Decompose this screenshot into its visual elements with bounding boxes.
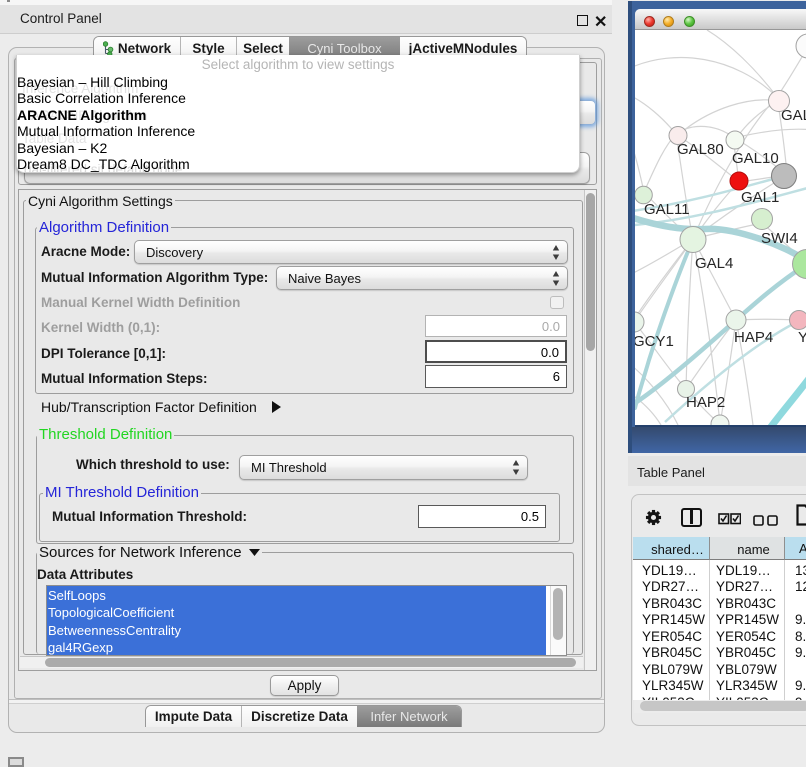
svg-text:HAP2: HAP2 [686, 394, 725, 411]
svg-text:SWI4: SWI4 [761, 230, 798, 247]
svg-text:GCY1: GCY1 [635, 333, 674, 350]
svg-text:YM: YM [798, 329, 806, 346]
svg-text:GAL10: GAL10 [732, 150, 779, 167]
svg-text:GAL1: GAL1 [741, 189, 779, 206]
svg-text:GAL80: GAL80 [677, 141, 724, 158]
svg-text:GAL11: GAL11 [644, 201, 690, 218]
svg-text:GAL4: GAL4 [695, 255, 733, 272]
svg-text:GAL7: GAL7 [781, 107, 806, 124]
svg-text:HAP4: HAP4 [734, 329, 773, 346]
